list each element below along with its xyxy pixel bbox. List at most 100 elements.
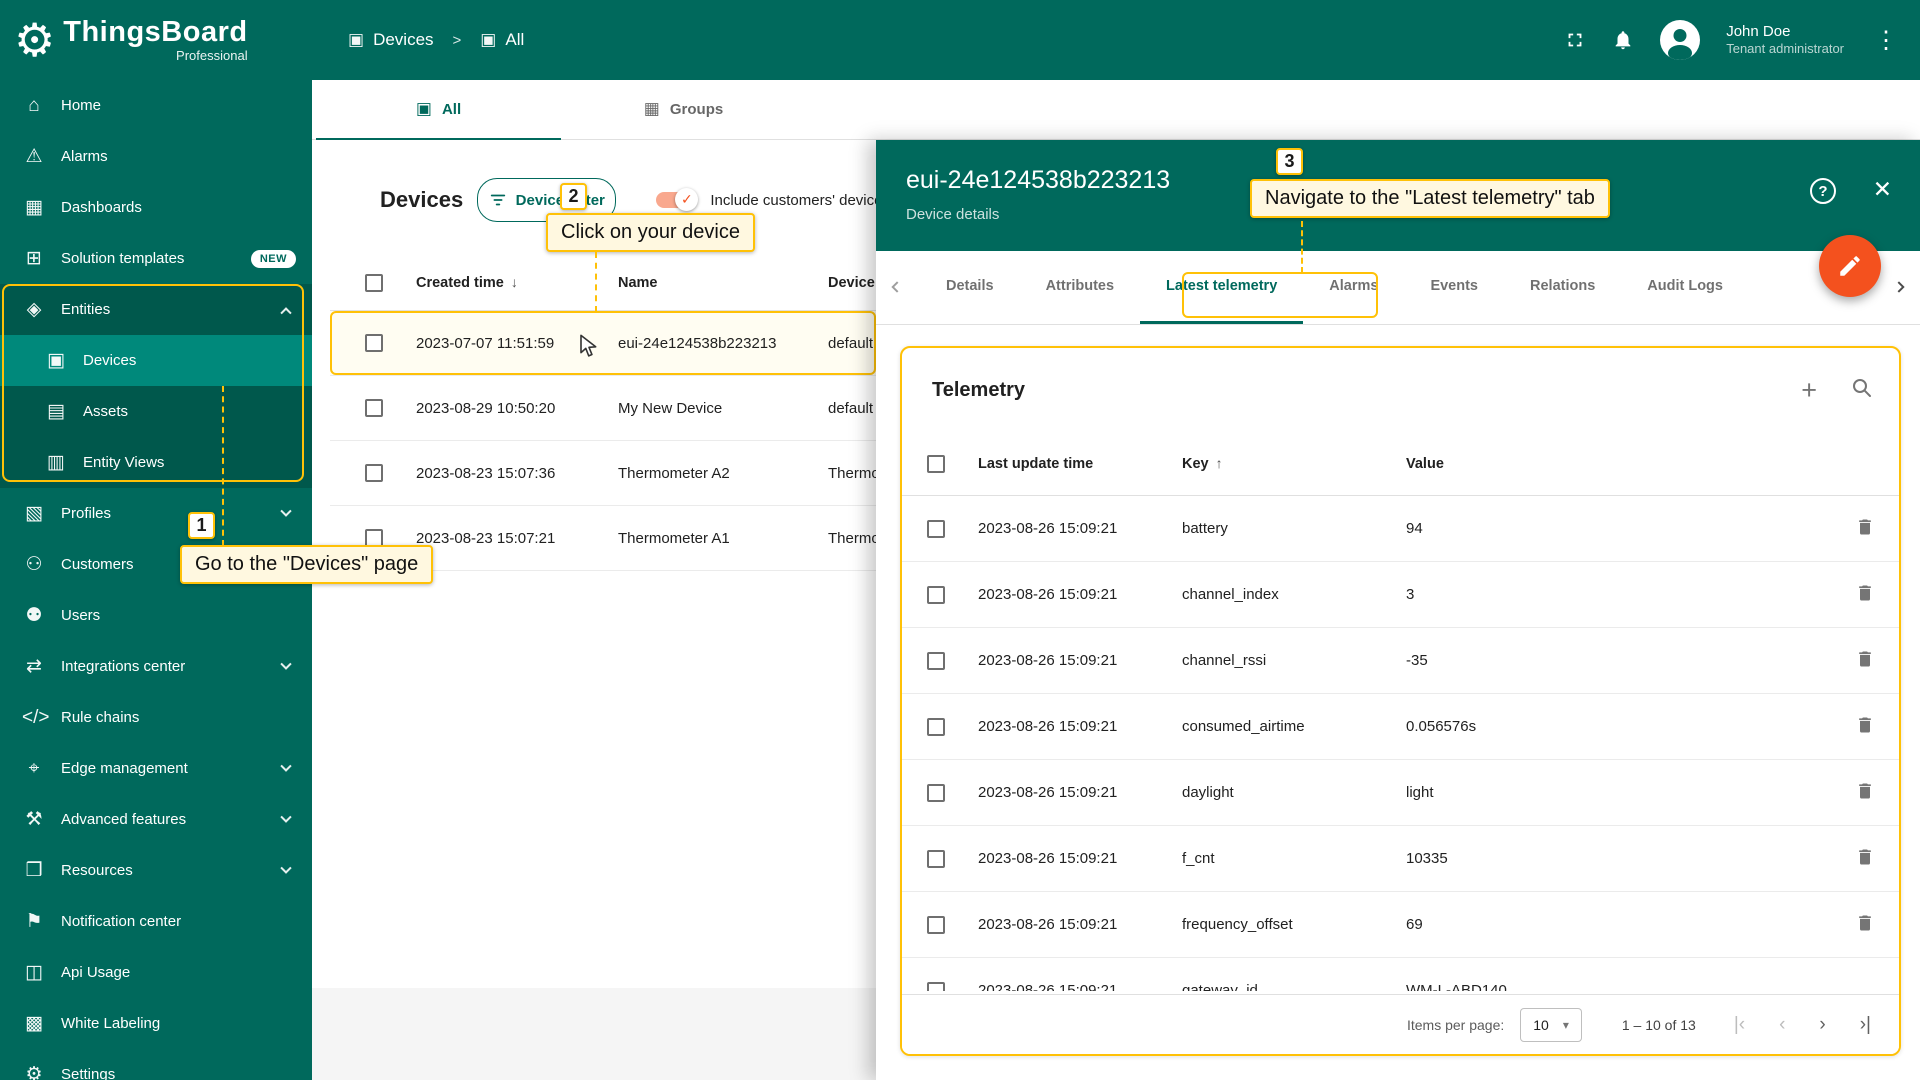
row-checkbox[interactable]	[365, 529, 383, 547]
telemetry-row[interactable]: 2023-08-26 15:09:21 frequency_offset 69	[902, 892, 1899, 958]
row-checkbox[interactable]	[365, 464, 383, 482]
sidebar-item-solution-templates[interactable]: ⊞ Solution templates NEW	[0, 233, 312, 284]
sidebar-item-assets[interactable]: ▤ Assets	[0, 386, 312, 437]
telemetry-row[interactable]: 2023-08-26 15:09:21 battery 94	[902, 496, 1899, 562]
telemetry-row[interactable]: 2023-08-26 15:09:21 consumed_airtime 0.0…	[902, 694, 1899, 760]
device-row[interactable]: 2023-08-23 15:07:36 Thermometer A2 Therm…	[330, 441, 876, 506]
next-page-button[interactable]: ›	[1819, 1014, 1825, 1036]
select-all-checkbox[interactable]	[365, 273, 383, 292]
last-page-button[interactable]: ›|	[1860, 1014, 1871, 1036]
panel-tab-relations[interactable]: Relations	[1504, 251, 1621, 324]
panel-tab-label: Audit Logs	[1647, 278, 1723, 294]
panel-tab-label: Events	[1430, 278, 1478, 294]
first-page-button[interactable]: |‹	[1734, 1014, 1745, 1036]
panel-tab-alarms[interactable]: Alarms	[1303, 251, 1404, 324]
sidebar-item-dashboards[interactable]: ▦ Dashboards	[0, 182, 312, 233]
tabs-scroll-right-button[interactable]	[1878, 251, 1920, 323]
select-all-checkbox[interactable]	[927, 454, 945, 473]
row-checkbox[interactable]	[927, 519, 945, 538]
telemetry-time: 2023-08-26 15:09:21	[978, 718, 1118, 735]
chevron-icon	[280, 306, 292, 318]
more-menu-button[interactable]: ⋮	[1870, 26, 1902, 55]
sidebar-item-entities[interactable]: ◈ Entities	[0, 284, 312, 335]
row-checkbox[interactable]	[927, 717, 945, 736]
sidebar-item-users[interactable]: ⚉ Users	[0, 590, 312, 641]
sidebar-item-integrations-center[interactable]: ⇄ Integrations center	[0, 641, 312, 692]
panel-tab-audit-logs[interactable]: Audit Logs	[1621, 251, 1749, 324]
user-avatar[interactable]	[1660, 20, 1701, 60]
panel-tab-events[interactable]: Events	[1404, 251, 1504, 324]
delete-telemetry-button[interactable]	[1855, 715, 1875, 738]
sort-asc-icon[interactable]: ↑	[1216, 455, 1223, 471]
telemetry-row-partial[interactable]: 2023-08-26 15:09:21 gateway_id WM-L-ABD1…	[902, 958, 1899, 991]
close-button[interactable]: ✕	[1873, 176, 1892, 203]
tab-groups[interactable]: ▦ Groups	[561, 80, 806, 140]
device-row[interactable]: 2023-07-07 11:51:59 eui-24e124538b223213…	[330, 311, 876, 376]
telemetry-row[interactable]: 2023-08-26 15:09:21 channel_rssi -35	[902, 628, 1899, 694]
app-logo[interactable]: ⚙ ThingsBoard Professional	[0, 17, 312, 63]
user-name: John Doe	[1726, 22, 1791, 40]
column-last-update-time[interactable]: Last update time	[978, 456, 1182, 472]
entity-views-icon: ▥	[47, 452, 65, 473]
sidebar-item-profiles[interactable]: ▧ Profiles	[0, 488, 312, 539]
sidebar-item-edge-management[interactable]: ⌖ Edge management	[0, 743, 312, 794]
avatar-icon	[1660, 20, 1701, 60]
sidebar-item-rule-chains[interactable]: </> Rule chains	[0, 692, 312, 743]
help-button[interactable]: ?	[1810, 178, 1836, 204]
sidebar-item-home[interactable]: ⌂ Home	[0, 80, 312, 131]
items-per-page-select[interactable]: 10 ▾	[1520, 1007, 1582, 1042]
panel-tab-latest-telemetry[interactable]: Latest telemetry	[1140, 251, 1304, 324]
sidebar-item-settings[interactable]: ⚙ Settings	[0, 1049, 312, 1080]
delete-telemetry-button[interactable]	[1855, 847, 1875, 870]
telemetry-row[interactable]: 2023-08-26 15:09:21 channel_index 3	[902, 562, 1899, 628]
sidebar-item-api-usage[interactable]: ◫ Api Usage	[0, 947, 312, 998]
sidebar-item-resources[interactable]: ❒ Resources	[0, 845, 312, 896]
sidebar-item-devices[interactable]: ▣ Devices	[0, 335, 312, 386]
row-checkbox[interactable]	[927, 783, 945, 802]
trash-icon	[1859, 519, 1871, 535]
telemetry-row[interactable]: 2023-08-26 15:09:21 f_cnt 10335	[902, 826, 1899, 892]
breadcrumb-all[interactable]: All	[505, 30, 524, 50]
row-checkbox[interactable]	[927, 651, 945, 670]
previous-page-button[interactable]: ‹	[1779, 1014, 1785, 1036]
sidebar-item-advanced-features[interactable]: ⚒ Advanced features	[0, 794, 312, 845]
device-filter-button[interactable]: Device Filter	[477, 178, 617, 222]
delete-telemetry-button[interactable]	[1855, 913, 1875, 936]
search-button[interactable]	[1851, 377, 1873, 404]
sidebar-item-entity-views[interactable]: ▥ Entity Views	[0, 437, 312, 488]
sidebar-item-alarms[interactable]: ⚠ Alarms	[0, 131, 312, 182]
breadcrumb-devices[interactable]: Devices	[373, 30, 433, 50]
tab-all[interactable]: ▣ All	[316, 80, 561, 140]
row-checkbox[interactable]	[365, 334, 383, 352]
column-value[interactable]: Value	[1406, 456, 1835, 472]
panel-tab-details[interactable]: Details	[920, 251, 1020, 324]
row-checkbox[interactable]	[927, 585, 945, 604]
delete-telemetry-button[interactable]	[1855, 781, 1875, 804]
sort-desc-icon[interactable]: ↓	[511, 274, 518, 290]
row-checkbox[interactable]	[927, 849, 945, 868]
delete-telemetry-button[interactable]	[1855, 649, 1875, 672]
fullscreen-button[interactable]	[1564, 29, 1586, 51]
device-row[interactable]: 2023-08-23 15:07:21 Thermometer A1 Therm…	[330, 506, 876, 571]
sidebar-item-notification-center[interactable]: ⚑ Notification center	[0, 896, 312, 947]
telemetry-row[interactable]: 2023-08-26 15:09:21 daylight light	[902, 760, 1899, 826]
include-customers-toggle[interactable]: ✓	[656, 188, 699, 211]
device-row[interactable]: 2023-08-29 10:50:20 My New Device defaul…	[330, 376, 876, 441]
add-telemetry-button[interactable]: +	[1801, 376, 1817, 404]
row-checkbox[interactable]	[365, 399, 383, 417]
trash-icon	[1859, 783, 1871, 799]
sidebar-item-customers[interactable]: ⚇ Customers	[0, 539, 312, 590]
sidebar-item-white-labeling[interactable]: ▩ White Labeling	[0, 998, 312, 1049]
edit-fab-button[interactable]	[1819, 235, 1881, 297]
delete-telemetry-button[interactable]	[1855, 517, 1875, 540]
telemetry-key: channel_rssi	[1182, 652, 1267, 669]
delete-telemetry-button[interactable]	[1855, 583, 1875, 606]
tabs-scroll-left-button[interactable]	[876, 251, 918, 323]
telemetry-time: 2023-08-26 15:09:21	[978, 520, 1118, 537]
column-name[interactable]: Name	[618, 275, 828, 291]
row-checkbox[interactable]	[927, 915, 945, 934]
row-checkbox[interactable]	[927, 981, 945, 991]
panel-tab-attributes[interactable]: Attributes	[1020, 251, 1140, 324]
notifications-button[interactable]	[1612, 29, 1634, 51]
column-device-profile[interactable]: Device profile	[828, 275, 876, 291]
